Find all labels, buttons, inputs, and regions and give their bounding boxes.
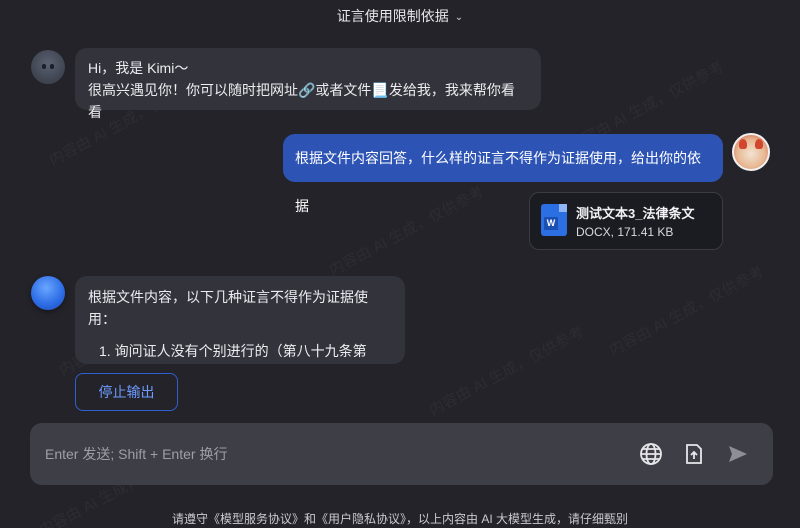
- conversation-title-text: 证言使用限制依据: [336, 8, 449, 24]
- upload-file-icon[interactable]: [682, 442, 706, 466]
- kimi-avatar-active: [31, 276, 65, 310]
- chat-input[interactable]: [45, 443, 605, 465]
- answer-intro: 根据文件内容，以下几种证言不得作为证据使用：: [88, 289, 368, 327]
- file-attachment-card[interactable]: W 测试文本3_法律条文 DOCX, 171.41 KB: [529, 192, 723, 250]
- send-icon[interactable]: [726, 442, 750, 466]
- greeting-line-2: 很高兴遇见你！你可以随时把网址🔗或者文件📃发给我，我来帮你看看: [88, 82, 515, 120]
- chat-input-container: [30, 423, 773, 485]
- chevron-down-icon[interactable]: ⌄: [455, 8, 463, 28]
- kimi-avatar: [31, 50, 65, 84]
- watermark: 内容由 AI 生成，仅供参考: [325, 181, 487, 281]
- watermark: 内容由 AI 生成，仅供参考: [605, 261, 767, 361]
- assistant-answer-message: 根据文件内容，以下几种证言不得作为证据使用： 1. 询问证人没有个别进行的（第八…: [75, 276, 405, 364]
- answer-list-item: 1. 询问证人没有个别进行的（第八十九条第: [99, 343, 367, 359]
- conversation-title[interactable]: 证言使用限制依据 ⌄: [0, 6, 800, 26]
- file-meta: DOCX, 171.41 KB: [576, 225, 674, 239]
- file-name: 测试文本3_法律条文: [576, 206, 695, 221]
- user-message: 根据文件内容回答，什么样的证言不得作为证据使用，给出你的依据: [283, 134, 723, 214]
- globe-icon[interactable]: [639, 442, 663, 466]
- assistant-greeting-message: Hi，我是 Kimi～ 很高兴遇见你！你可以随时把网址🔗或者文件📃发给我，我来帮…: [75, 48, 541, 120]
- footer-notice: 请遵守《模型服务协议》和《用户隐私协议》，以上内容由 AI 大模型生成，请仔细甄…: [171, 512, 628, 526]
- watermark: 内容由 AI 生成，仅供参考: [425, 321, 587, 421]
- stop-output-button[interactable]: 停止输出: [75, 373, 178, 411]
- greeting-line-1: Hi，我是 Kimi～: [88, 60, 189, 76]
- user-avatar[interactable]: [732, 133, 770, 171]
- word-doc-icon: W: [541, 204, 567, 236]
